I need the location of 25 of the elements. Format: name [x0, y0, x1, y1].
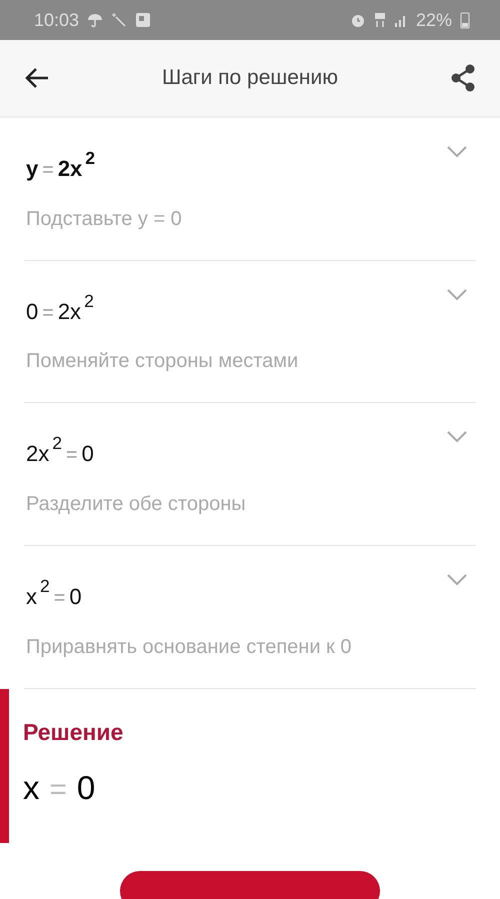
- chevron-icon[interactable]: [446, 429, 468, 444]
- solution-title: Решение: [23, 718, 124, 747]
- signal-icon: [394, 13, 408, 27]
- share-icon[interactable]: [450, 64, 476, 92]
- action-button[interactable]: [120, 870, 380, 899]
- step-description: Разделите обе стороны: [26, 493, 247, 516]
- umbrella-icon: [87, 12, 104, 28]
- chevron-icon[interactable]: [446, 144, 468, 158]
- alarm-icon: [350, 12, 366, 28]
- equation: y = 2x$^{2}$: [26, 147, 96, 183]
- screen-title: Шаги по решению: [162, 65, 338, 92]
- equation: x$^{2}$ = 0: [26, 575, 82, 612]
- chevron-icon[interactable]: [446, 572, 468, 586]
- step-description: Приравнять основание степени к 0: [26, 636, 352, 658]
- chevron-icon[interactable]: [446, 286, 468, 301]
- equation: 0 = 2x$^{2}$: [26, 290, 94, 326]
- battery-percent: 22%: [416, 8, 452, 32]
- status-time: 10:03: [34, 8, 80, 32]
- step-description: Поменяйте стороны местами: [26, 350, 300, 372]
- equation: 2x$^{2}$ = 0: [26, 432, 94, 468]
- equation: x = 0: [23, 768, 96, 808]
- wand-icon: [111, 12, 128, 28]
- step-description: Подставьте y = 0: [26, 208, 183, 230]
- battery-icon: [460, 11, 470, 29]
- back-arrow-icon[interactable]: [24, 67, 50, 89]
